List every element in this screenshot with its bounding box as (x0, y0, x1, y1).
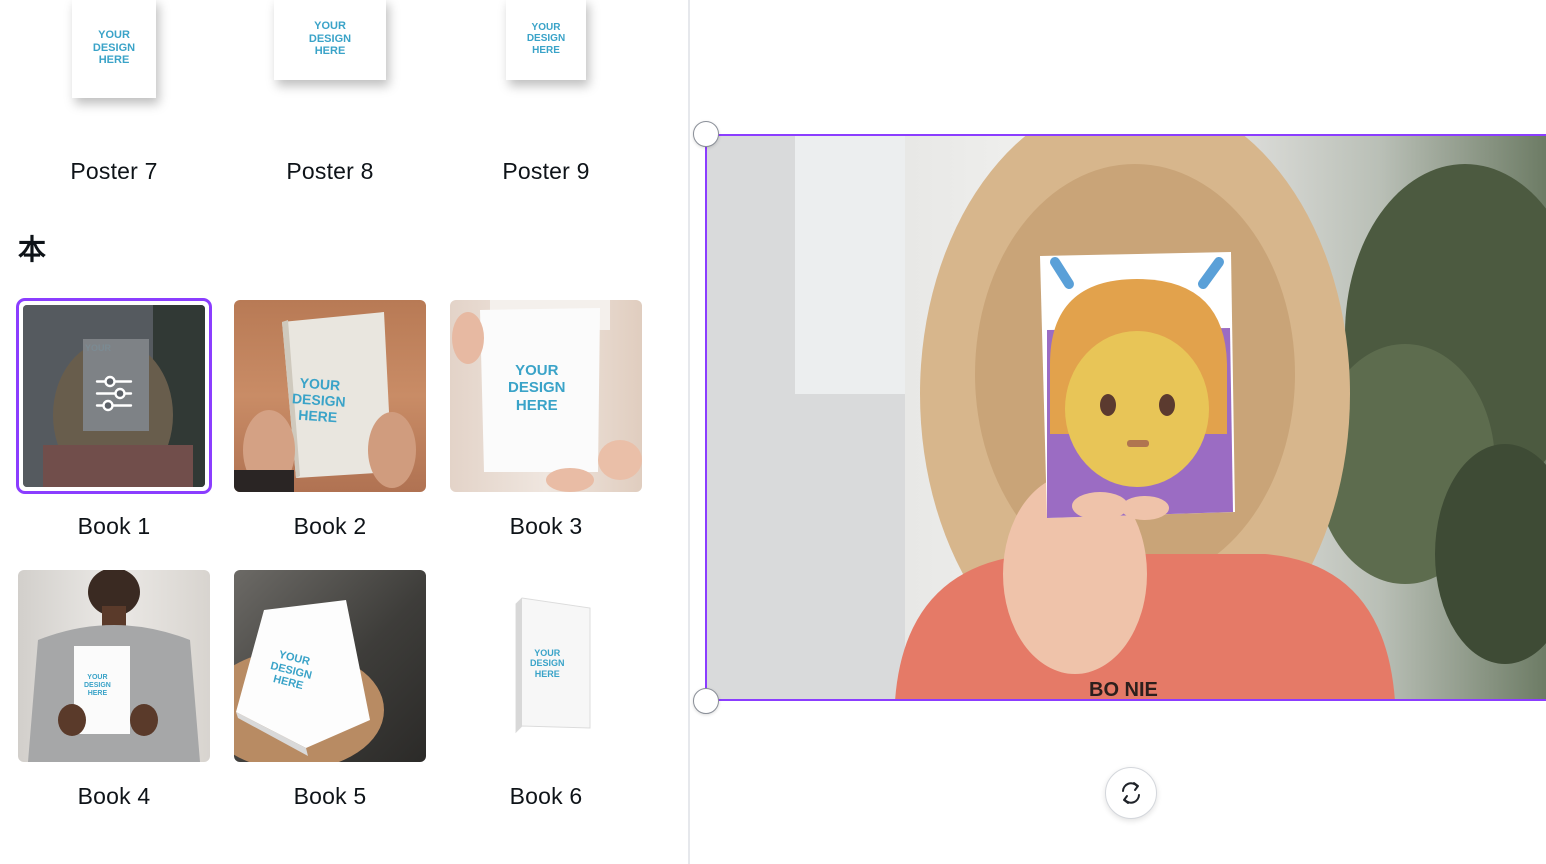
rotate-icon (1122, 782, 1140, 804)
poster-9-thumbnail[interactable]: YOUR DESIGN HERE (450, 0, 642, 130)
design-placeholder-text: YOUR (85, 343, 112, 353)
section-title-books: 本 (18, 233, 47, 266)
book-6-label: Book 6 (509, 783, 583, 809)
poster-7-thumbnail[interactable]: YOUR DESIGN HERE (18, 0, 210, 130)
book-1-thumbnail[interactable]: YOUR (16, 298, 212, 494)
book-3-thumbnail[interactable]: YOUR DESIGN HERE (450, 300, 642, 492)
book-5-scene (234, 600, 384, 762)
book-5-thumbnail[interactable]: YOUR DESIGN HERE (234, 570, 426, 762)
design-placeholder-text: YOUR DESIGN HERE (92, 29, 136, 67)
mockups-panel: YOUR DESIGN HERE Poster 7 YOUR DESIGN HE… (0, 0, 689, 864)
poster-7-label: Poster 7 (70, 158, 158, 184)
design-placeholder-text: YOUR DESIGN HERE (291, 374, 347, 426)
mockup-photo: BO NIE (705, 134, 1546, 701)
book-2-thumbnail[interactable]: YOUR DESIGN HERE (234, 300, 426, 492)
poster-sheet: YOUR DESIGN HERE (274, 0, 386, 80)
adjust-icon[interactable] (94, 374, 134, 419)
resize-handle-top-left[interactable] (693, 121, 719, 147)
shirt-print-text: BO NIE (1089, 679, 1158, 701)
poster-sheet: YOUR DESIGN HERE (72, 0, 156, 98)
design-placeholder-text: YOUR DESIGN HERE (308, 20, 352, 58)
poster-8-thumbnail[interactable]: YOUR DESIGN HERE (234, 0, 426, 130)
design-placeholder-text: YOUR DESIGN HERE (84, 674, 111, 698)
book-1-image: YOUR (23, 305, 205, 487)
poster-9-label: Poster 9 (502, 158, 590, 184)
book-4-scene (28, 570, 200, 762)
book-3-label: Book 3 (509, 513, 583, 539)
book-6-thumbnail[interactable]: YOUR DESIGN HERE (450, 570, 642, 762)
book-4-label: Book 4 (77, 783, 151, 809)
design-placeholder-text: YOUR DESIGN HERE (530, 648, 565, 679)
poster-8-label: Poster 8 (286, 158, 374, 184)
rotate-button[interactable] (1105, 767, 1157, 819)
poster-sheet: YOUR DESIGN HERE (506, 0, 586, 80)
book-1-label: Book 1 (77, 513, 151, 539)
resize-handle-bottom-left[interactable] (693, 688, 719, 714)
book-2-label: Book 2 (293, 513, 367, 539)
design-placeholder-text: YOUR DESIGN HERE (526, 21, 566, 56)
book-4-thumbnail[interactable]: YOUR DESIGN HERE (18, 570, 210, 762)
book-5-label: Book 5 (293, 783, 367, 809)
selected-mockup-image[interactable]: BO NIE (705, 134, 1546, 701)
design-placeholder-text: YOUR DESIGN HERE (508, 362, 566, 414)
